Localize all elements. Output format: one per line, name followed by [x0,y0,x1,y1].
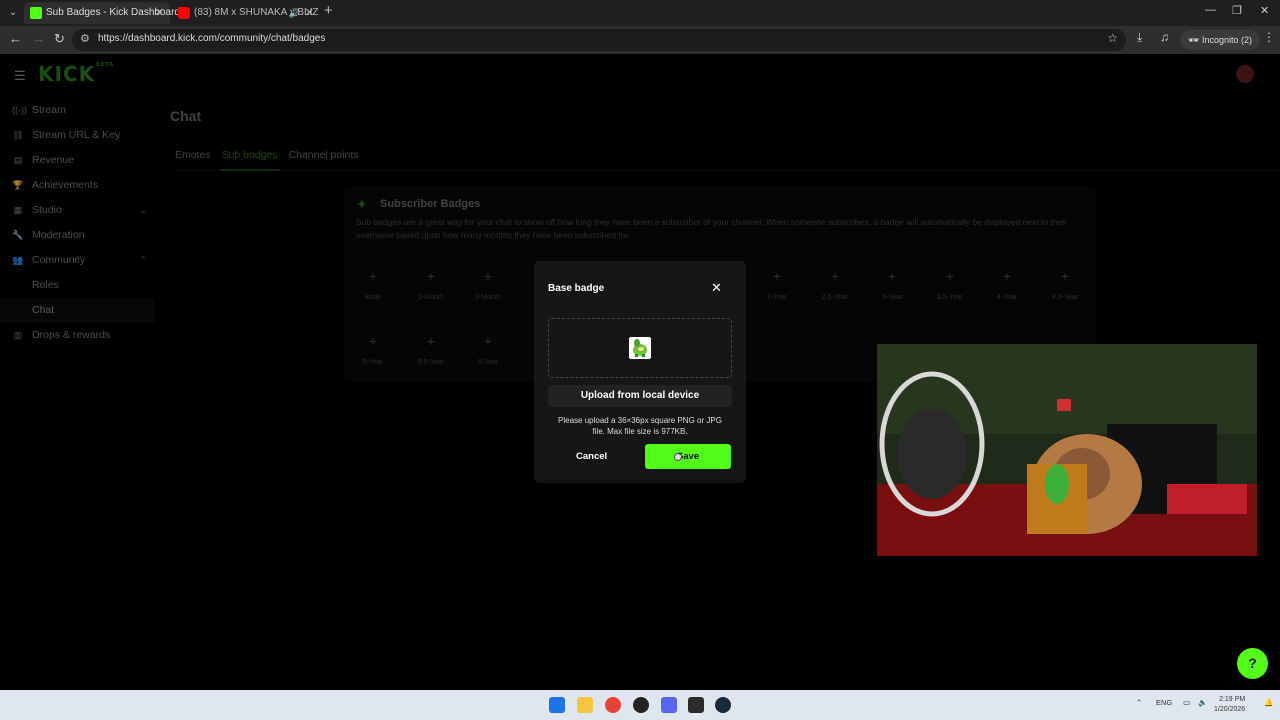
webcam-scene-image [877,344,1257,556]
back-icon[interactable]: ← [9,31,22,46]
help-chat-button[interactable]: ? [1237,648,1268,679]
discord-icon[interactable] [661,697,677,713]
bookmark-star-icon[interactable]: ☆ [1107,31,1118,45]
browser-tab[interactable]: (83) 8M x SHUNAKA x BLIZ 🔊 ✕ [172,2,320,24]
windows-taskbar: ⌃ ENG ▭ 🔈 2:19 PM 1/20/2026 🔔 [0,690,1280,720]
terminal-icon[interactable] [688,697,704,713]
upload-from-device-button[interactable]: Upload from local device [548,385,732,407]
url-text[interactable]: https://dashboard.kick.com/community/cha… [98,33,325,44]
tab-search-icon[interactable]: ⌄ [4,4,22,22]
close-icon[interactable]: ✕ [711,280,722,296]
upload-hint: Please upload a 36×36px square PNG or JP… [558,416,722,436]
obs-icon[interactable] [633,697,649,713]
steam-icon[interactable] [715,697,731,713]
audio-playing-icon[interactable]: 🔊 [289,2,300,24]
kick-favicon-icon [30,7,42,19]
maximize-icon[interactable]: ❐ [1232,4,1242,17]
reload-icon[interactable]: ↻ [54,31,65,47]
modal-title: Base badge [548,283,605,294]
youtube-favicon-icon [178,7,190,19]
tray-overflow-icon[interactable]: ⌃ [1136,698,1142,707]
clock-time: 2:19 PM [1219,696,1246,703]
chrome-icon[interactable] [605,697,621,713]
browser-tab-bar: ⌄ Sub Badges - Kick Dashboard ✕ (83) 8M … [0,0,1280,26]
badge-dropzone[interactable] [548,318,732,378]
save-button[interactable]: Save [645,444,731,469]
incognito-icon: 🕶 [1188,35,1200,45]
clock-date: 1/20/2026 [1214,706,1246,713]
incognito-label: Incognito (2) [1201,35,1252,45]
notifications-icon[interactable]: 🔔 [1264,698,1273,707]
browser-menu-icon[interactable]: ⋮ [1263,30,1275,44]
network-icon[interactable]: ▭ [1183,698,1190,707]
incognito-badge[interactable]: 🕶 Incognito (2) [1180,30,1260,50]
volume-icon[interactable]: 🔈 [1198,698,1207,707]
close-tab-icon[interactable]: ✕ [155,2,164,24]
webcam-overlay [877,344,1257,556]
badge-creature-icon [633,339,647,357]
system-clock[interactable]: 2:19 PM 1/20/2026 [1214,695,1245,715]
new-tab-icon[interactable]: + [324,2,333,19]
site-info-icon[interactable]: ⚙ [80,32,90,45]
badge-preview-image [629,337,651,359]
close-tab-icon[interactable]: ✕ [305,2,314,24]
minimize-icon[interactable]: — [1205,4,1216,16]
download-icon[interactable]: ⤓ [1137,30,1142,45]
windows-start-icon[interactable] [549,697,565,713]
media-control-icon[interactable]: ♫ [1160,30,1169,44]
forward-icon[interactable]: → [32,31,45,46]
base-badge-modal: Base badge ✕ Upload from local device Pl… [534,261,746,483]
address-bar[interactable]: ⚙ https://dashboard.kick.com/community/c… [72,29,1126,51]
close-window-icon[interactable]: ✕ [1260,4,1269,17]
mouse-cursor [674,453,682,461]
language-indicator[interactable]: ENG [1156,698,1172,707]
address-toolbar: ← → ↻ ⚙ https://dashboard.kick.com/commu… [0,26,1280,54]
cancel-button[interactable]: Cancel [558,445,625,469]
browser-tab-active[interactable]: Sub Badges - Kick Dashboard ✕ [24,2,180,24]
file-explorer-icon[interactable] [577,697,593,713]
